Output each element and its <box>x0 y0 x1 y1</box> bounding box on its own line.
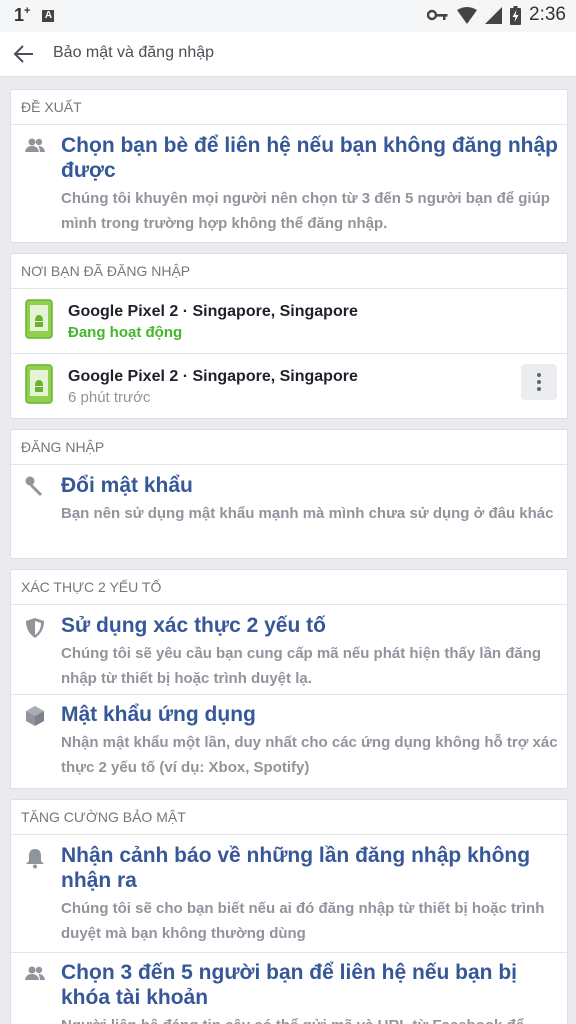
item-title: Đổi mật khẩu <box>61 474 193 497</box>
page-title: Bảo mật và đăng nhập <box>53 44 215 61</box>
item-description: Bạn nên sử dụng mật khẩu mạnh mà mình ch… <box>61 505 554 522</box>
trusted-contacts-item[interactable]: Chọn 3 đến 5 người bạn để liên hệ nếu bạ… <box>11 953 567 1024</box>
cube-icon <box>26 706 44 726</box>
item-title: Nhận cảnh báo về những lần đăng nhập khô… <box>61 844 531 892</box>
vpn-key-icon <box>427 9 448 21</box>
battery-charging-icon <box>510 5 522 25</box>
use-two-factor-item[interactable]: Sử dụng xác thực 2 yếu tố Chúng tôi sẽ y… <box>11 605 567 695</box>
section-header: ĐĂNG NHẬP <box>11 430 567 465</box>
arrow-back-icon <box>13 45 33 63</box>
item-title: Chọn 3 đến 5 người bạn để liên hệ nếu bạ… <box>61 961 518 1009</box>
item-title: Sử dụng xác thực 2 yếu tố <box>61 614 326 637</box>
app-bar: Bảo mật và đăng nhập <box>0 32 576 77</box>
android-phone-icon <box>25 364 53 404</box>
item-description: Người liên hệ đáng tin cậy có thể gửi mã… <box>61 1013 561 1024</box>
section-where-logged-in: NƠI BẠN ĐÃ ĐĂNG NHẬP Google Pixel 2 · Si… <box>10 253 568 419</box>
item-description: Chúng tôi sẽ cho bạn biết nếu ai đó đăng… <box>61 900 545 942</box>
android-phone-icon <box>25 299 53 339</box>
key-icon <box>25 476 42 496</box>
item-description: Chúng tôi sẽ yêu cầu bạn cung cấp mã nếu… <box>61 645 542 687</box>
session-row[interactable]: Google Pixel 2 · Singapore, Singapore 6 … <box>11 354 567 418</box>
clock: 2:36 <box>529 4 566 25</box>
section-header: TĂNG CƯỜNG BẢO MẬT <box>11 800 567 835</box>
item-title: Chọn bạn bè để liên hệ nếu bạn không đăn… <box>61 134 559 182</box>
session-row[interactable]: Google Pixel 2 · Singapore, Singapore Đa… <box>11 289 567 354</box>
section-header: ĐỀ XUẤT <box>11 90 567 125</box>
section-login: ĐĂNG NHẬP Đổi mật khẩu Bạn nên sử dụng m… <box>10 429 568 559</box>
device-name: Google Pixel 2 · Singapore, Singapore <box>68 368 358 385</box>
friends-icon <box>25 966 45 980</box>
friends-icon <box>25 138 45 152</box>
more-options-button[interactable] <box>521 364 557 400</box>
device-status: Đang hoạt động <box>68 324 183 341</box>
section-extra-security: TĂNG CƯỜNG BẢO MẬT Nhận cảnh báo về nhữn… <box>10 799 568 1024</box>
section-header: NƠI BẠN ĐÃ ĐĂNG NHẬP <box>11 254 567 289</box>
section-header: XÁC THỰC 2 YẾU TỐ <box>11 570 567 605</box>
shield-icon <box>26 618 44 638</box>
app-passwords-item[interactable]: Mật khẩu ứng dụng Nhận mật khẩu một lần,… <box>11 695 567 787</box>
signal-indicator: 1+ <box>14 5 31 25</box>
change-password-item[interactable]: Đổi mật khẩu Bạn nên sử dụng mật khẩu mạ… <box>11 465 567 558</box>
status-bar: 1+ A 2:36 <box>0 0 576 32</box>
back-button[interactable] <box>12 42 38 66</box>
item-description: Nhận mật khẩu một lần, duy nhất cho các … <box>61 734 558 776</box>
item-description: Chúng tôi khuyên mọi người nên chọn từ 3… <box>61 190 550 232</box>
device-name: Google Pixel 2 · Singapore, Singapore <box>68 303 358 320</box>
bell-icon <box>26 849 44 869</box>
item-title: Mật khẩu ứng dụng <box>61 703 256 726</box>
login-alerts-item[interactable]: Nhận cảnh báo về những lần đăng nhập khô… <box>11 835 567 953</box>
section-suggested: ĐỀ XUẤT Chọn bạn bè để liên hệ nếu bạn k… <box>10 89 568 243</box>
section-two-factor: XÁC THỰC 2 YẾU TỐ Sử dụng xác thực 2 yếu… <box>10 569 568 789</box>
choose-trusted-friends-item[interactable]: Chọn bạn bè để liên hệ nếu bạn không đăn… <box>11 125 567 242</box>
wifi-icon <box>457 6 478 24</box>
device-last-active: 6 phút trước <box>68 389 151 406</box>
settings-list[interactable]: ĐỀ XUẤT Chọn bạn bè để liên hệ nếu bạn k… <box>0 77 576 1024</box>
cell-signal-icon <box>485 6 503 24</box>
notification-icon: A <box>42 9 55 22</box>
